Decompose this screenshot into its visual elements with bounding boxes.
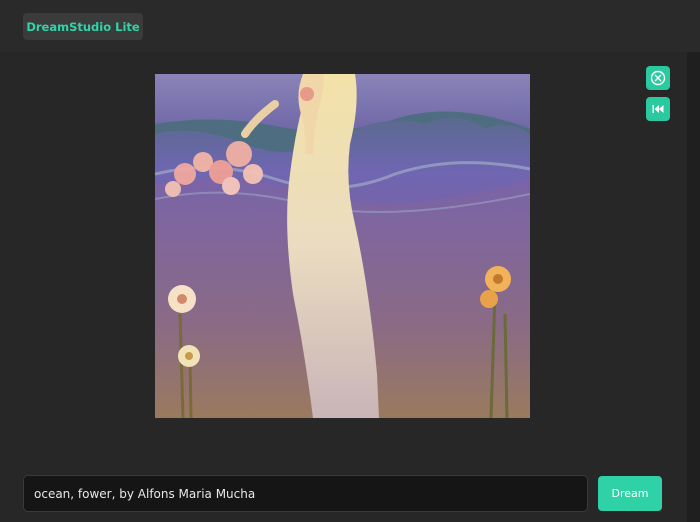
app-brand-badge[interactable]: DreamStudio Lite bbox=[23, 13, 143, 40]
rewind-button[interactable] bbox=[646, 97, 670, 121]
scrollbar-gutter[interactable] bbox=[687, 52, 700, 522]
close-button[interactable] bbox=[646, 66, 670, 90]
prompt-input-value: ocean, fower, by Alfons Maria Mucha bbox=[34, 486, 256, 501]
generated-image-artwork bbox=[155, 74, 530, 418]
dream-button[interactable]: Dream bbox=[598, 476, 662, 511]
prompt-input[interactable]: ocean, fower, by Alfons Maria Mucha bbox=[23, 475, 588, 512]
generated-image bbox=[155, 74, 530, 418]
top-bar: DreamStudio Lite bbox=[0, 0, 700, 52]
skip-back-icon bbox=[652, 105, 664, 113]
close-circle-icon bbox=[650, 70, 666, 86]
